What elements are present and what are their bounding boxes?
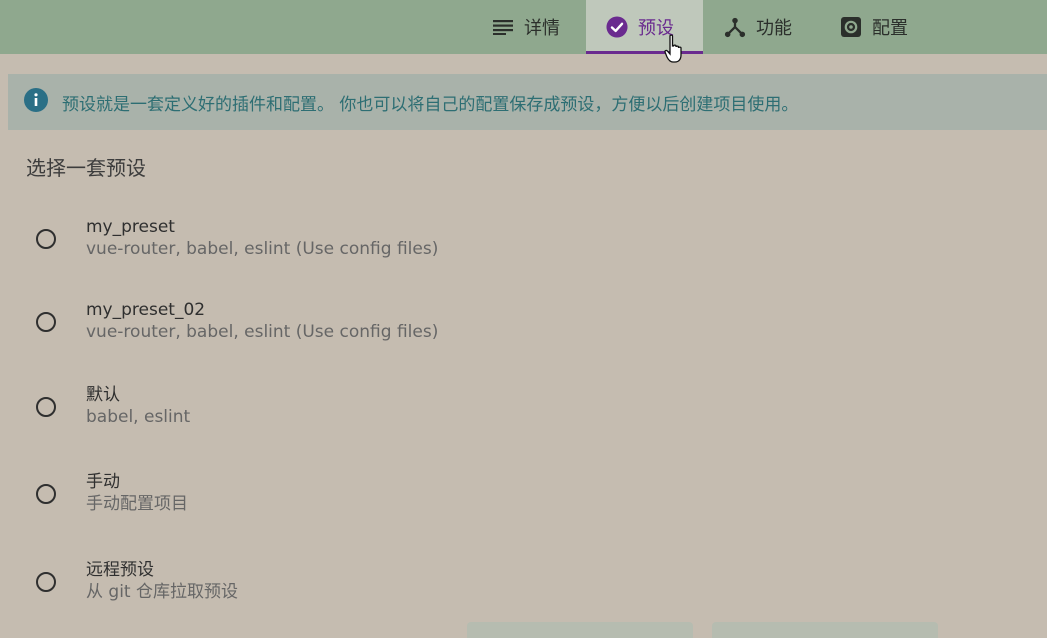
list-icon: [492, 16, 514, 38]
tab-features-label: 功能: [756, 18, 792, 39]
preset-option[interactable]: 默认 babel, eslint: [36, 384, 190, 428]
check-circle-icon: [606, 16, 628, 38]
footer-button-next[interactable]: [712, 622, 938, 638]
preset-option[interactable]: my_preset_02 vue-router, babel, eslint (…: [36, 299, 438, 343]
radio-button[interactable]: [36, 397, 56, 417]
section-title: 选择一套预设: [26, 156, 146, 180]
gear-icon: [840, 16, 862, 38]
preset-name: 远程预设: [86, 560, 154, 580]
preset-name: my_preset: [86, 217, 175, 237]
top-tab-bar: 详情 预设 功能 配置: [0, 0, 1047, 54]
radio-button[interactable]: [36, 312, 56, 332]
info-icon: [24, 88, 48, 116]
preset-option[interactable]: 手动 手动配置项目: [36, 471, 188, 515]
preset-option[interactable]: 远程预设 从 git 仓库拉取预设: [36, 559, 238, 603]
fork-icon: [724, 16, 746, 38]
preset-name: my_preset_02: [86, 300, 206, 320]
preset-description: babel, eslint: [86, 407, 191, 427]
preset-name: 手动: [86, 472, 120, 492]
tab-details[interactable]: 详情: [492, 0, 560, 54]
radio-button[interactable]: [36, 572, 56, 592]
info-banner: 预设就是一套定义好的插件和配置。 你也可以将自己的配置保存成预设，方便以后创建项…: [8, 74, 1047, 130]
preset-description: vue-router, babel, eslint (Use config fi…: [86, 239, 439, 259]
preset-description: 从 git 仓库拉取预设: [86, 582, 238, 602]
preset-description: 手动配置项目: [86, 494, 188, 514]
radio-button[interactable]: [36, 229, 56, 249]
radio-button[interactable]: [36, 484, 56, 504]
tab-config-label: 配置: [872, 18, 908, 39]
footer-button-previous[interactable]: [467, 622, 693, 638]
preset-description: vue-router, babel, eslint (Use config fi…: [86, 322, 439, 342]
pointer-cursor-icon: [664, 34, 686, 68]
tab-features[interactable]: 功能: [724, 0, 792, 54]
info-text: 预设就是一套定义好的插件和配置。 你也可以将自己的配置保存成预设，方便以后创建项…: [62, 94, 799, 115]
preset-option[interactable]: my_preset vue-router, babel, eslint (Use…: [36, 216, 438, 260]
tab-config[interactable]: 配置: [840, 0, 908, 54]
preset-name: 默认: [86, 385, 120, 405]
tab-details-label: 详情: [524, 18, 560, 39]
